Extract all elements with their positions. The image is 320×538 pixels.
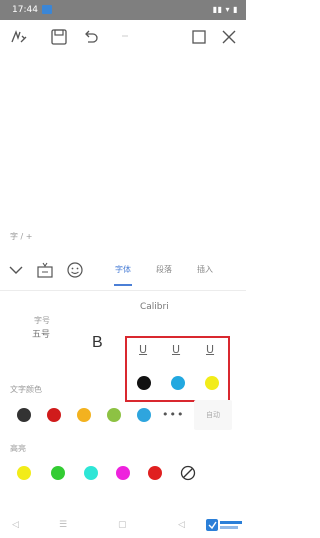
underline-color-blue[interactable] — [171, 376, 185, 390]
recent-icon[interactable]: ◁ — [178, 520, 185, 530]
save-icon[interactable] — [50, 28, 68, 46]
underline-option-2[interactable]: U — [172, 343, 180, 356]
highlight-color-cyan[interactable] — [84, 466, 98, 480]
bold-button[interactable]: B — [92, 334, 103, 352]
format-panel-tabs: 字体 段落 插入 — [0, 254, 246, 286]
underline-option-3[interactable]: U — [206, 343, 214, 356]
fullscreen-icon[interactable] — [190, 28, 208, 46]
undo-icon[interactable] — [82, 28, 100, 46]
active-tab-indicator — [114, 284, 132, 286]
app-notification-icon — [42, 5, 52, 14]
tab-insert[interactable]: 插入 — [197, 264, 213, 275]
text-color-red[interactable] — [47, 408, 61, 422]
emoji-icon[interactable] — [66, 261, 84, 279]
highlight-color-magenta[interactable] — [116, 466, 130, 480]
underline-color-yellow[interactable] — [205, 376, 219, 390]
text-color-dark[interactable] — [17, 408, 31, 422]
underline-color-black[interactable] — [137, 376, 151, 390]
font-name-selector[interactable]: Calibri — [140, 302, 169, 312]
divider — [0, 290, 246, 291]
text-color-label: 文字颜色 — [10, 385, 42, 394]
document-canvas[interactable] — [0, 54, 246, 224]
keyboard-icon[interactable] — [36, 261, 54, 279]
text-color-blue[interactable] — [137, 408, 151, 422]
close-icon[interactable] — [220, 28, 238, 46]
back-icon[interactable]: ◁ — [12, 520, 19, 530]
font-size-value[interactable]: 五号 — [32, 327, 50, 340]
no-highlight-icon[interactable] — [180, 465, 196, 481]
underline-option-1[interactable]: U — [139, 343, 147, 356]
highlight-color-green[interactable] — [51, 466, 65, 480]
watermark-logo — [206, 519, 242, 531]
font-size-label: 字号 — [34, 316, 50, 325]
highlight-color-label: 高亮 — [10, 444, 26, 453]
more-colors-button[interactable]: ••• — [162, 408, 184, 421]
status-icons: ▮▮ ▾ ▮ — [212, 5, 238, 14]
highlight-color-yellow[interactable] — [17, 466, 31, 480]
pen-settings-icon[interactable] — [10, 28, 28, 46]
editor-toolbar — [0, 20, 246, 54]
menu-icon[interactable]: ☰ — [59, 520, 67, 530]
text-color-green[interactable] — [107, 408, 121, 422]
redo-icon[interactable] — [116, 28, 134, 46]
hint-text: 字 / + — [10, 232, 33, 241]
tab-paragraph[interactable]: 段落 — [156, 264, 172, 275]
auto-color-button[interactable]: 自动 — [194, 400, 232, 430]
home-icon[interactable]: ▢ — [118, 520, 127, 530]
status-time: 17:44 — [12, 5, 38, 15]
text-color-orange[interactable] — [77, 408, 91, 422]
status-bar: 17:44 ▮▮ ▾ ▮ — [0, 0, 246, 20]
collapse-chevron-icon[interactable] — [8, 263, 24, 277]
highlight-color-red[interactable] — [148, 466, 162, 480]
tab-font[interactable]: 字体 — [115, 264, 131, 275]
